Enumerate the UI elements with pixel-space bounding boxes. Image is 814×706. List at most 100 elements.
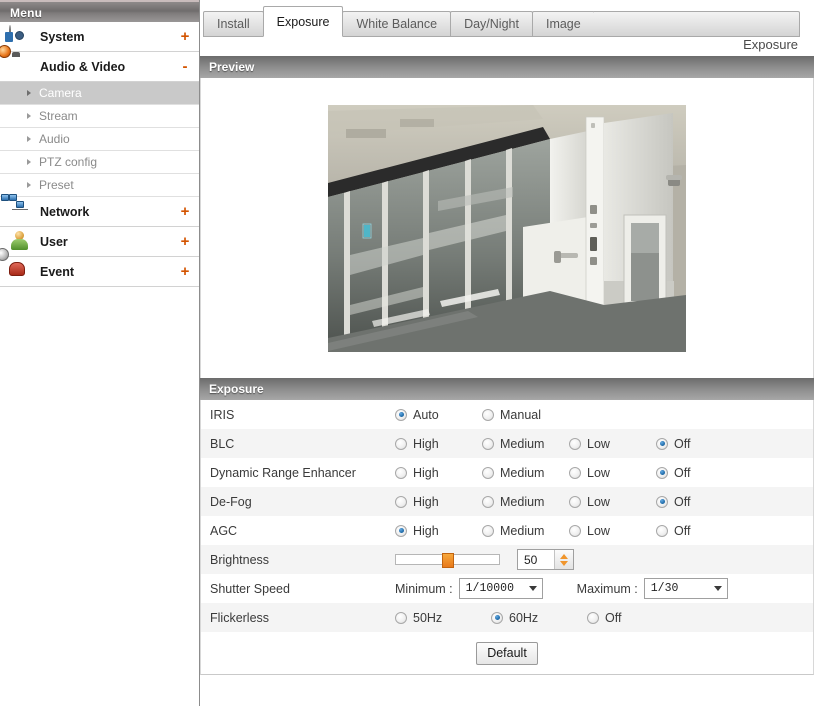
radio-dre-off[interactable]: Off xyxy=(656,466,743,480)
brightness-slider-handle[interactable] xyxy=(442,553,455,568)
row-label: BLC xyxy=(210,436,235,451)
radio-blc-off[interactable]: Off xyxy=(656,437,743,451)
sidebar-item-camera[interactable]: Camera xyxy=(0,82,199,105)
radio-flickerless-off[interactable]: Off xyxy=(587,611,683,625)
radio-label: Low xyxy=(587,436,610,451)
radio-label: Medium xyxy=(500,465,545,480)
sidebar-item-event[interactable]: Event + xyxy=(0,257,199,287)
sidebar-item-label: System xyxy=(40,29,85,44)
main-content: Install Exposure White Balance Day/Night… xyxy=(200,0,814,706)
radio-icon xyxy=(569,466,581,479)
radio-label: Low xyxy=(587,465,610,480)
radio-icon xyxy=(569,437,581,450)
radio-agc-high[interactable]: High xyxy=(395,524,482,538)
radio-icon xyxy=(395,437,407,450)
breadcrumb: Exposure xyxy=(743,37,798,52)
radio-defog-medium[interactable]: Medium xyxy=(482,495,569,509)
radio-icon xyxy=(395,495,407,508)
radio-label: Low xyxy=(587,523,610,538)
row-label: Shutter Speed xyxy=(210,581,290,596)
brightness-stepper-buttons[interactable] xyxy=(554,550,573,569)
radio-dre-low[interactable]: Low xyxy=(569,466,656,480)
brightness-slider[interactable] xyxy=(395,553,500,568)
default-button[interactable]: Default xyxy=(476,641,538,665)
radio-blc-high[interactable]: High xyxy=(395,437,482,451)
sidebar-item-audio-video[interactable]: Audio & Video - xyxy=(0,52,199,82)
radio-iris-auto[interactable]: Auto xyxy=(395,408,482,422)
row-de-fog: De-Fog High Medium Low Off xyxy=(201,487,813,516)
user-icon xyxy=(9,231,31,253)
chevron-right-icon xyxy=(27,159,31,165)
tab-image[interactable]: Image xyxy=(531,11,595,37)
expander-icon[interactable]: + xyxy=(179,234,191,249)
sidebar-item-stream[interactable]: Stream xyxy=(0,105,199,128)
stepper-down-icon[interactable] xyxy=(560,560,568,566)
radio-defog-high[interactable]: High xyxy=(395,495,482,509)
row-blc: BLC High Medium Low Off xyxy=(201,429,813,458)
tab-install[interactable]: Install xyxy=(203,11,264,37)
chevron-right-icon xyxy=(27,113,31,119)
radio-icon xyxy=(656,437,668,450)
tab-day-night[interactable]: Day/Night xyxy=(450,11,533,37)
radio-dre-medium[interactable]: Medium xyxy=(482,466,569,480)
radio-icon xyxy=(395,524,407,537)
sidebar-subitem-label: Camera xyxy=(39,86,82,100)
expander-icon[interactable]: + xyxy=(179,204,191,219)
radio-flickerless-50hz[interactable]: 50Hz xyxy=(395,611,491,625)
radio-label: Off xyxy=(674,465,691,480)
radio-icon xyxy=(587,611,599,624)
tab-exposure[interactable]: Exposure xyxy=(262,6,344,37)
gear-icon xyxy=(9,24,31,48)
sidebar-item-system[interactable]: System + xyxy=(0,22,199,52)
chevron-down-icon xyxy=(713,586,722,591)
radio-agc-medium[interactable]: Medium xyxy=(482,524,569,538)
shutter-max-select[interactable]: 1/30 xyxy=(643,578,728,599)
network-icon xyxy=(1,193,31,223)
radio-icon xyxy=(482,437,494,450)
expander-icon[interactable]: + xyxy=(179,264,191,279)
sidebar-item-user[interactable]: User + xyxy=(0,227,199,257)
shutter-min-select[interactable]: 1/10000 xyxy=(458,578,543,599)
radio-blc-medium[interactable]: Medium xyxy=(482,437,569,451)
sidebar-item-audio[interactable]: Audio xyxy=(0,128,199,151)
radio-label: 60Hz xyxy=(509,610,539,625)
radio-defog-low[interactable]: Low xyxy=(569,495,656,509)
sidebar-item-label: Event xyxy=(40,264,75,279)
radio-icon xyxy=(656,524,668,537)
radio-icon xyxy=(395,466,407,479)
stepper-up-icon[interactable] xyxy=(560,553,568,559)
radio-agc-low[interactable]: Low xyxy=(569,524,656,538)
footer-actions: Default xyxy=(200,632,814,675)
radio-defog-off[interactable]: Off xyxy=(656,495,743,509)
radio-icon xyxy=(482,495,494,508)
sidebar-item-preset[interactable]: Preset xyxy=(0,174,199,197)
radio-label: Off xyxy=(674,436,691,451)
radio-dre-high[interactable]: High xyxy=(395,466,482,480)
radio-label: Low xyxy=(587,494,610,509)
preview-panel-header: Preview xyxy=(200,56,814,78)
radio-iris-manual[interactable]: Manual xyxy=(482,408,569,422)
radio-label: Off xyxy=(674,494,691,509)
row-brightness: Brightness xyxy=(201,545,813,574)
sidebar-item-ptz-config[interactable]: PTZ config xyxy=(0,151,199,174)
row-label: Flickerless xyxy=(210,610,270,625)
tab-white-balance[interactable]: White Balance xyxy=(342,11,452,37)
radio-icon xyxy=(482,408,494,421)
brightness-input[interactable] xyxy=(518,550,554,569)
radio-label: High xyxy=(413,523,439,538)
row-flickerless: Flickerless 50Hz 60Hz Off xyxy=(201,603,813,632)
collapser-icon[interactable]: - xyxy=(179,59,191,74)
expander-icon[interactable]: + xyxy=(179,29,191,44)
radio-icon xyxy=(482,524,494,537)
radio-icon xyxy=(569,524,581,537)
brightness-stepper[interactable] xyxy=(517,549,574,570)
exposure-panel-header: Exposure xyxy=(200,378,814,400)
radio-label: Auto xyxy=(413,407,439,422)
sidebar-header: Menu xyxy=(0,0,199,22)
radio-flickerless-60hz[interactable]: 60Hz xyxy=(491,611,587,625)
radio-blc-low[interactable]: Low xyxy=(569,437,656,451)
sidebar-item-network[interactable]: Network + xyxy=(0,193,199,227)
radio-label: Medium xyxy=(500,523,545,538)
radio-agc-off[interactable]: Off xyxy=(656,524,743,538)
row-label: Brightness xyxy=(210,552,270,567)
